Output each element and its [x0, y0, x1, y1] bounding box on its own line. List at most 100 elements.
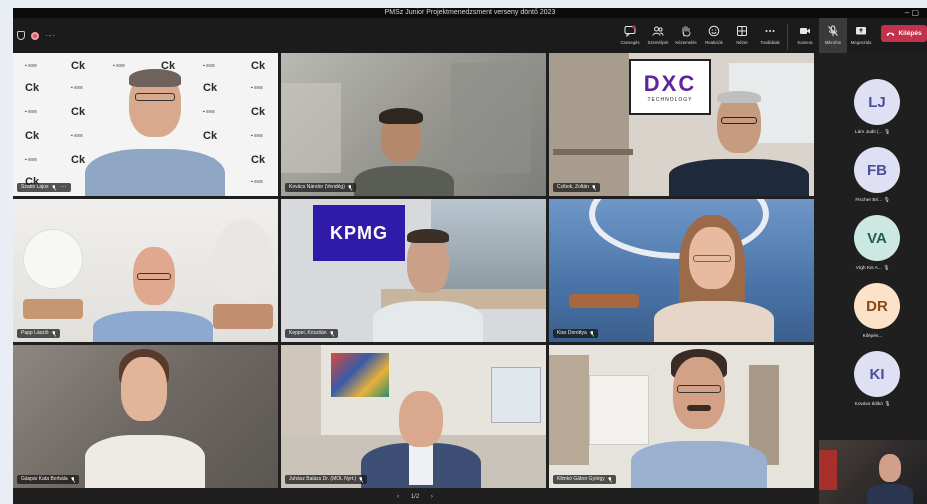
mic-muted-icon: 🎙 [883, 130, 891, 135]
self-view-video[interactable] [819, 440, 927, 504]
people-button[interactable]: Személyek [644, 18, 672, 56]
mic-muted-icon: 🎙 [884, 402, 891, 407]
participant-name-tag: Juhász Balázs Dr. (MOL Nyrt.) [285, 475, 368, 484]
svg-text:▪ ≡≡≡: ▪ ≡≡≡ [251, 133, 263, 139]
microphone-button[interactable]: Mikrofon [819, 18, 847, 56]
mic-muted-icon [70, 476, 75, 483]
participant-video [631, 349, 767, 488]
mic-muted-icon [607, 476, 612, 483]
participant-name-tag: Klimkó Gábor György [553, 475, 616, 484]
mic-muted-icon [51, 184, 56, 191]
video-grid: ▪ ≡≡≡ Ck ▪ ≡≡≡ Ck ▪ ≡≡≡ Ck Ck ▪ ≡≡≡ Ck ▪ ≡≡≡ ▪ ≡… [13, 53, 817, 488]
next-page-button[interactable]: › [431, 494, 433, 500]
toolbar-divider [787, 24, 788, 50]
participant-name-tag: Kovács Nándor (Vendég) [285, 183, 356, 192]
avatar: LJ [854, 79, 900, 125]
participant-video [349, 108, 459, 196]
participant-name-tag: Gáspár Kata Borbála [17, 475, 79, 484]
share-button[interactable]: Megosztás [847, 18, 875, 56]
mic-muted-icon [589, 330, 594, 337]
svg-text:Ck: Ck [251, 106, 266, 118]
participant-video [85, 349, 205, 488]
meeting-title: PMSz Junior Projektmenedzsment verseny d… [384, 9, 556, 16]
video-tile[interactable]: Kiss Dorottya [549, 199, 814, 342]
leave-button[interactable]: Kilépés [881, 25, 927, 42]
window-controls[interactable]: – ▢ [905, 8, 919, 18]
raise-hand-icon [680, 25, 692, 37]
more-dots-icon[interactable]: ·-· [45, 31, 56, 40]
svg-text:▪ ≡≡≡: ▪ ≡≡≡ [113, 63, 125, 69]
video-tile[interactable]: Kovács Nándor (Vendég) [281, 53, 546, 196]
camera-button[interactable]: Kamera [791, 18, 819, 56]
reaction-icon [708, 25, 720, 37]
participants-panel: LJ Lám Judit (... 🎙 FB Fischer Bri... 🎙 … [818, 53, 927, 443]
mic-muted-icon [591, 184, 596, 191]
participant-video [649, 215, 779, 342]
svg-text:▪ ≡≡≡: ▪ ≡≡≡ [25, 109, 37, 115]
gallery-pager: ‹ 1/2 › [13, 490, 817, 504]
more-button[interactable]: Továbbiak [756, 18, 784, 56]
chat-icon [624, 25, 636, 37]
participant-name-tag: Kiss Dorottya [553, 329, 598, 338]
svg-text:▪ ≡≡≡: ▪ ≡≡≡ [251, 85, 263, 91]
mic-muted-icon [359, 476, 364, 483]
participant-item[interactable]: FB Fischer Bri... 🎙 [818, 147, 927, 217]
shield-icon[interactable] [17, 31, 25, 40]
video-tile[interactable]: DXC TECHNOLOGY Czibok, Zoltán [549, 53, 814, 196]
svg-text:Ck: Ck [71, 60, 86, 72]
tile-more-icon[interactable]: ··· [61, 183, 67, 192]
meeting-toolbar: ·-· Csevegés Személyek Kézemelés Reakció… [13, 18, 927, 56]
mic-muted-icon: 🎙 [883, 198, 890, 203]
view-icon [736, 25, 748, 37]
participant-name-tag: Czibok, Zoltán [553, 183, 600, 192]
mic-muted-icon [51, 330, 56, 337]
participant-video [361, 391, 481, 488]
participant-item[interactable]: VA Vígh Kis A... 🎙 [818, 215, 927, 285]
teams-meeting-window: PMSz Junior Projektmenedzsment verseny d… [13, 8, 927, 504]
video-tile[interactable]: Papp László [13, 199, 278, 342]
participant-video [93, 247, 213, 342]
raise-hand-button[interactable]: Kézemelés [672, 18, 700, 56]
avatar: VA [854, 215, 900, 261]
svg-text:▪ ≡≡≡: ▪ ≡≡≡ [203, 63, 215, 69]
svg-text:Ck: Ck [71, 154, 86, 166]
participant-video [669, 91, 809, 196]
mic-muted-icon [347, 184, 352, 191]
video-tile[interactable]: Juhász Balázs Dr. (MOL Nyrt.) [281, 345, 546, 488]
previous-page-button[interactable]: ‹ [397, 494, 399, 500]
avatar: KI [854, 351, 900, 397]
reactions-button[interactable]: Reakciók [700, 18, 728, 56]
chat-button[interactable]: Csevegés [616, 18, 644, 56]
self-video-person [867, 454, 913, 504]
microphone-muted-icon [827, 25, 839, 37]
video-tile[interactable]: ▪ ≡≡≡ Ck ▪ ≡≡≡ Ck ▪ ≡≡≡ Ck Ck ▪ ≡≡≡ Ck ▪ ≡≡≡ ▪ ≡… [13, 53, 278, 196]
video-tile[interactable]: Gáspár Kata Borbála [13, 345, 278, 488]
svg-text:▪ ≡≡≡: ▪ ≡≡≡ [71, 133, 83, 139]
view-button[interactable]: Nézet [728, 18, 756, 56]
svg-text:▪ ≡≡≡: ▪ ≡≡≡ [25, 63, 37, 69]
svg-text:▪ ≡≡≡: ▪ ≡≡≡ [71, 85, 83, 91]
svg-text:▪ ≡≡≡: ▪ ≡≡≡ [251, 179, 263, 185]
participant-video [373, 229, 483, 342]
phone-hangup-icon [886, 32, 895, 36]
avatar: FB [854, 147, 900, 193]
svg-text:▪ ≡≡≡: ▪ ≡≡≡ [25, 157, 37, 163]
svg-text:Ck: Ck [251, 60, 266, 72]
participant-item[interactable]: KI Kovács Ildikó 🎙 [818, 351, 927, 421]
page-indicator: 1/2 [410, 494, 420, 500]
participant-item[interactable]: DR Kilépés... [818, 283, 927, 353]
participant-name-tag: Papp László [17, 329, 60, 338]
camera-icon [799, 25, 811, 37]
svg-text:Ck: Ck [25, 130, 40, 142]
participant-name-tag: Keppel, Krisztián [285, 329, 338, 338]
avatar: DR [854, 283, 900, 329]
video-tile[interactable]: KPMG Keppel, Krisztián [281, 199, 546, 342]
recording-icon [31, 31, 39, 40]
mic-muted-icon [329, 330, 334, 337]
video-tile[interactable]: Klimkó Gábor György [549, 345, 814, 488]
participant-video [85, 69, 225, 196]
share-screen-icon [855, 25, 867, 37]
svg-text:Ck: Ck [25, 82, 40, 94]
participant-name-tag: Szabó Lajos ··· [17, 183, 71, 192]
participant-item[interactable]: LJ Lám Judit (... 🎙 [818, 79, 927, 149]
